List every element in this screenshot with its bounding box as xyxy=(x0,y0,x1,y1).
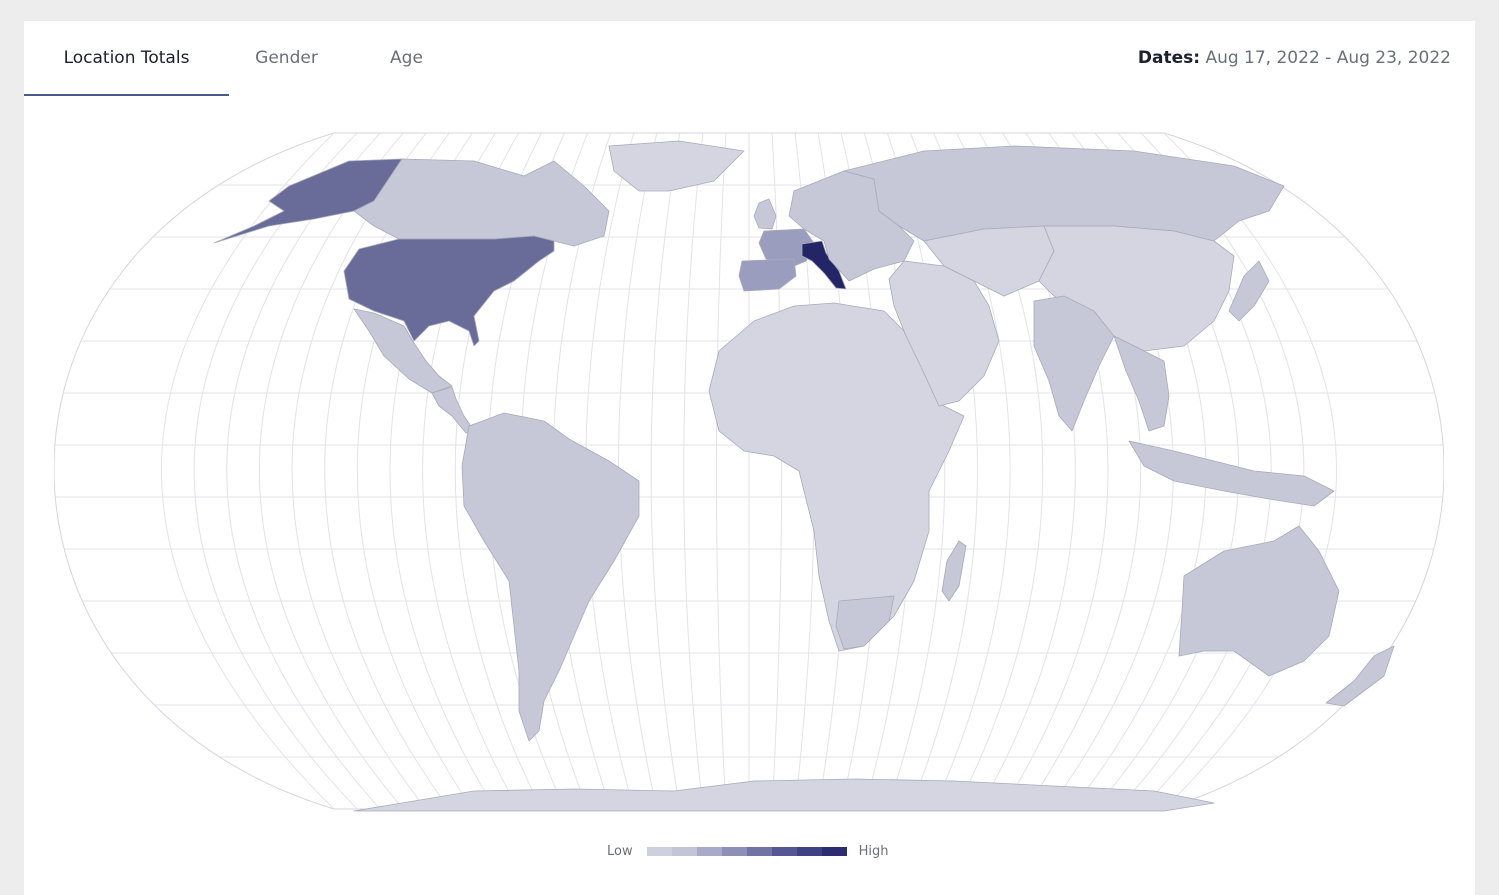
region-central-america[interactable] xyxy=(431,386,475,434)
graticule-meridian xyxy=(193,133,358,809)
map-legend: Low High xyxy=(607,841,889,861)
legend-swatch-8 xyxy=(821,846,847,856)
tab-age[interactable]: Age xyxy=(364,46,449,96)
graticule-meridian xyxy=(650,133,681,809)
active-tab-indicator xyxy=(24,94,229,96)
graticule-meridian xyxy=(683,133,704,809)
region-antarctica[interactable] xyxy=(353,778,1215,812)
legend-low-label: Low xyxy=(607,843,633,859)
region-southeast-asia[interactable] xyxy=(1113,335,1170,432)
legend-swatch-4 xyxy=(721,846,747,856)
region-new-zealand[interactable] xyxy=(1325,645,1395,707)
world-map xyxy=(54,131,1444,816)
legend-swatch-3 xyxy=(696,846,722,856)
region-united-kingdom[interactable] xyxy=(753,198,777,230)
location-card: Location Totals Gender Age Dates: Aug 17… xyxy=(24,21,1475,895)
country-shapes xyxy=(213,140,1395,812)
graticule-meridian xyxy=(259,133,404,809)
tab-gender[interactable]: Gender xyxy=(229,46,344,96)
legend-swatch-2 xyxy=(671,846,697,856)
graticule-meridian xyxy=(161,133,335,809)
legend-swatch-1 xyxy=(646,846,672,856)
graticule-meridian xyxy=(715,133,727,809)
legend-high-label: High xyxy=(858,843,889,859)
region-south-africa[interactable] xyxy=(835,595,895,650)
tab-bar: Location Totals Gender Age xyxy=(24,21,724,96)
legend-swatch-7 xyxy=(796,846,822,856)
legend-color-scale xyxy=(646,846,847,856)
date-range: Dates: Aug 17, 2022 - Aug 23, 2022 xyxy=(1138,48,1451,68)
world-choropleth-svg xyxy=(54,132,1444,812)
tab-location-totals[interactable]: Location Totals xyxy=(24,46,229,96)
date-range-value: Aug 17, 2022 - Aug 23, 2022 xyxy=(1205,48,1451,68)
legend-swatch-5 xyxy=(746,846,772,856)
date-range-label: Dates: xyxy=(1137,48,1201,68)
region-spain[interactable] xyxy=(738,258,797,292)
region-south-america[interactable] xyxy=(461,412,640,742)
legend-swatch-6 xyxy=(771,846,797,856)
region-madagascar[interactable] xyxy=(941,540,967,602)
region-japan[interactable] xyxy=(1228,260,1270,322)
